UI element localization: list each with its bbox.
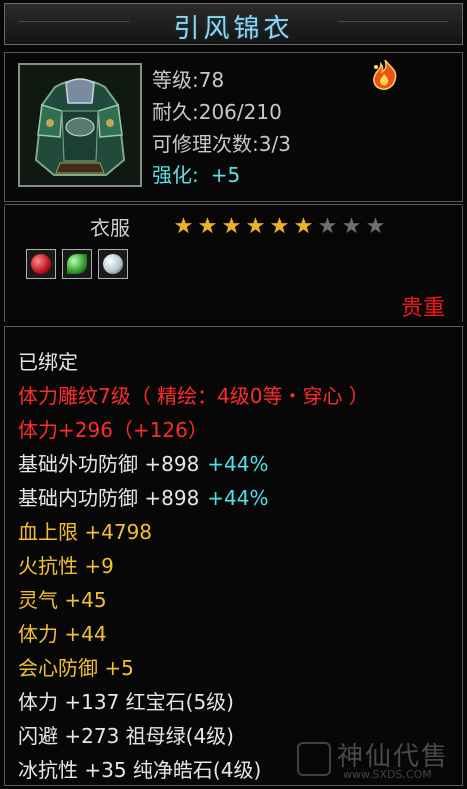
item-enhance: 强化: +5	[152, 159, 240, 188]
attribute-text: 火抗性 +9	[18, 554, 114, 578]
attribute-text: 基础外功防御 +898	[18, 452, 200, 476]
attribute-text: 体力雕纹7级（ 精绘：4级0等・穿心 ）	[18, 384, 369, 408]
attribute-bonus: +44%	[207, 452, 269, 476]
enhance-label: 强化:	[152, 163, 199, 187]
attribute-text: 闪避 +273 祖母绿(4级)	[18, 724, 234, 748]
item-repair-count: 可修理次数:3/3	[152, 132, 291, 156]
attribute-line: 体力 +137 红宝石(5级)	[18, 685, 369, 719]
star-empty-icon: ★	[365, 214, 386, 239]
attribute-list: 已绑定体力雕纹7级（ 精绘：4级0等・穿心 ） 体力+296（+126） 基础外功防…	[18, 345, 369, 787]
star-filled-icon: ★	[197, 214, 218, 239]
star-empty-icon: ★	[317, 214, 338, 239]
star-rating: ★ ★ ★ ★ ★ ★ ★ ★ ★	[172, 216, 387, 238]
attribute-bonus: +44%	[207, 486, 269, 510]
star-filled-icon: ★	[269, 214, 290, 239]
attribute-text: 冰抗性 +35 纯净皓石(4级)	[18, 758, 262, 782]
enhance-value: +5	[210, 163, 241, 187]
attribute-line: 基础内功防御 +898 +44%	[18, 481, 369, 515]
attribute-text: 体力 +44	[18, 622, 107, 646]
pearl-gem-icon[interactable]	[98, 249, 128, 279]
attribute-text: 体力 +137 红宝石(5级)	[18, 690, 234, 714]
attribute-line: 体力雕纹7级（ 精绘：4级0等・穿心 ）	[18, 379, 369, 413]
title-bar: 引风锦衣	[4, 3, 463, 45]
flame-badge-icon	[368, 58, 402, 92]
attribute-line: 基础外功防御 +898 +44%	[18, 447, 369, 481]
item-durability: 耐久:206/210	[152, 100, 282, 124]
star-filled-icon: ★	[293, 214, 314, 239]
attribute-line: 已绑定	[18, 345, 369, 379]
item-name: 引风锦衣	[173, 14, 294, 44]
attribute-text: 已绑定	[18, 350, 78, 374]
item-tooltip: 引风锦衣 等级:78 耐久:206/210 可修理次数:3/3 强化:+5 衣	[0, 0, 467, 789]
attribute-text: 血上限 +4798	[18, 520, 153, 544]
attribute-text: 灵气 +45	[18, 588, 107, 612]
attribute-line: 灵气 +45	[18, 583, 369, 617]
watermark: 神仙代售 www.SXDS.COM	[297, 736, 457, 786]
attribute-text: 基础内功防御 +898	[18, 486, 200, 510]
item-level: 等级:78	[152, 68, 225, 92]
watermark-logo-icon	[297, 742, 331, 776]
gem-sockets	[26, 249, 128, 279]
attribute-line: 体力 +44	[18, 617, 369, 651]
star-filled-icon: ★	[173, 214, 194, 239]
armor-robe-icon	[18, 63, 142, 187]
attribute-line: 会心防御 +5	[18, 651, 369, 685]
watermark-url: www.SXDS.COM	[343, 768, 432, 781]
ruby-gem-icon[interactable]	[26, 249, 56, 279]
star-empty-icon: ★	[341, 214, 362, 239]
star-filled-icon: ★	[245, 214, 266, 239]
rarity-label: 贵重	[400, 296, 445, 321]
attribute-line: 体力+296（+126）	[18, 413, 369, 447]
attribute-line: 火抗性 +9	[18, 549, 369, 583]
attribute-text: 体力+296（+126）	[18, 418, 208, 442]
item-type: 衣服	[90, 216, 130, 240]
attribute-line: 血上限 +4798	[18, 515, 369, 549]
attribute-text: 会心防御 +5	[18, 656, 134, 680]
star-filled-icon: ★	[221, 214, 242, 239]
emerald-gem-icon[interactable]	[62, 249, 92, 279]
